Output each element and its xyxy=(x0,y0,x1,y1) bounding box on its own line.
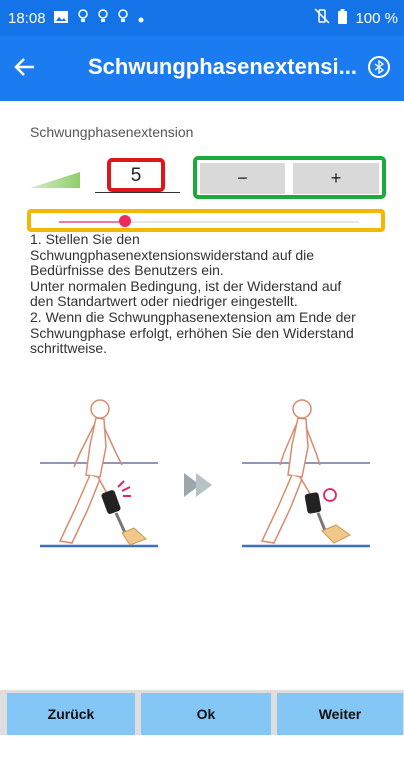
instruction-line: schrittweise. xyxy=(30,340,108,357)
instruction-line: Schwungphasenextensionswiderstand auf di… xyxy=(30,246,315,263)
arrow-left-icon[interactable] xyxy=(12,54,38,80)
status-time: 18:08 xyxy=(8,9,46,27)
gait-illustration xyxy=(40,399,370,548)
vibrate-off-icon xyxy=(314,8,330,28)
walker-figure-left xyxy=(40,399,158,548)
image-icon xyxy=(53,10,68,27)
instruction-line: Bedürfnisse des Benutzers ein. xyxy=(30,262,224,279)
increment-button[interactable]: + xyxy=(293,163,379,194)
setting-label: Schwungphasenextension xyxy=(30,124,194,140)
walker-figure-right xyxy=(242,399,370,548)
back-button[interactable]: Zurück xyxy=(7,693,135,735)
value-underline xyxy=(95,192,180,193)
system-nav-area xyxy=(0,735,404,758)
slider-container xyxy=(27,209,385,232)
battery-icon xyxy=(338,8,348,28)
battery-percent: 100 % xyxy=(355,9,398,27)
instruction-line: Schwungphase erfolgt, erhöhen Sie den Wi… xyxy=(30,324,354,341)
dot-icon xyxy=(138,10,144,27)
next-button[interactable]: Weiter xyxy=(277,693,403,735)
lightbulb-icon xyxy=(97,8,108,28)
slider-thumb[interactable] xyxy=(119,215,131,227)
transition-arrow-icon xyxy=(184,473,212,497)
instruction-line: den Standartwert oder niedriger eingeste… xyxy=(30,293,298,310)
level-ramp-icon xyxy=(30,172,80,188)
status-bar: 18:08 100 % xyxy=(0,0,404,36)
instruction-line: 2. Wenn die Schwungphasenextension am En… xyxy=(30,308,356,325)
slider-fill xyxy=(59,221,125,223)
lightbulb-icon xyxy=(117,8,128,28)
page-title: Schwungphasenextensi... xyxy=(88,54,357,79)
decrement-button[interactable]: − xyxy=(200,163,285,194)
lightbulb-icon xyxy=(77,8,88,28)
value-text: 5 xyxy=(130,165,142,186)
ok-button[interactable]: Ok xyxy=(141,693,271,735)
instruction-text: 1. Stellen Sie den Schwungphasenextensio… xyxy=(30,231,392,357)
instruction-line: 1. Stellen Sie den xyxy=(30,231,140,247)
bluetooth-icon[interactable] xyxy=(368,56,390,78)
value-display: 5 xyxy=(107,158,165,192)
stepper-group: − + xyxy=(193,156,386,199)
app-bar: Schwungphasenextensi... xyxy=(0,36,404,101)
instruction-line: Unter normalen Bedingung, ist der Widers… xyxy=(30,277,342,294)
